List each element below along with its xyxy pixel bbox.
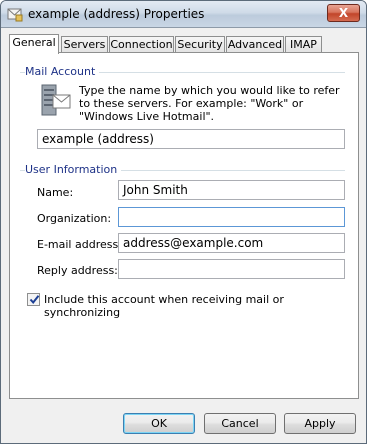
ok-button[interactable]: OK — [123, 413, 195, 434]
general-tab-panel: Mail Account Type the name by which you … — [9, 52, 359, 399]
tab-general-label: General — [12, 36, 56, 49]
checkmark-icon — [29, 295, 40, 305]
reply-address-label: Reply address: — [37, 264, 118, 277]
close-icon: X — [338, 6, 349, 20]
tab-imap[interactable]: IMAP — [285, 36, 322, 53]
tab-security[interactable]: Security — [175, 36, 225, 53]
tab-servers-label: Servers — [63, 38, 106, 51]
close-button[interactable]: X — [327, 4, 360, 22]
tab-connection[interactable]: Connection — [109, 36, 174, 53]
mail-properties-icon — [7, 8, 23, 22]
organization-label: Organization: — [37, 212, 112, 225]
name-field[interactable]: John Smith — [118, 180, 345, 200]
cancel-button[interactable]: Cancel — [204, 413, 276, 434]
name-label: Name: — [37, 186, 74, 199]
tab-general[interactable]: General — [9, 34, 59, 54]
properties-dialog: example (address) Properties X General S… — [0, 0, 367, 444]
email-field[interactable]: address@example.com — [118, 233, 345, 253]
mail-account-description: Type the name by which you would like to… — [79, 84, 340, 123]
user-information-group-label: User Information — [25, 163, 122, 176]
account-name-field[interactable]: example (address) — [37, 129, 345, 149]
include-account-checkbox[interactable] — [27, 293, 40, 306]
email-label: E-mail address: — [37, 238, 122, 251]
tab-advanced[interactable]: Advanced — [226, 36, 284, 53]
organization-field[interactable] — [118, 207, 345, 227]
window-title: example (address) Properties — [28, 7, 205, 21]
tab-connection-label: Connection — [110, 38, 173, 51]
include-account-label[interactable]: Include this account when receiving mail… — [44, 293, 358, 319]
apply-button[interactable]: Apply — [284, 413, 356, 434]
tab-security-label: Security — [177, 38, 223, 51]
title-bar[interactable]: example (address) Properties X — [1, 1, 366, 28]
tab-advanced-label: Advanced — [227, 38, 283, 51]
reply-address-field[interactable] — [118, 259, 345, 279]
mail-account-group-label: Mail Account — [25, 65, 100, 78]
tab-imap-label: IMAP — [290, 38, 317, 51]
tab-servers[interactable]: Servers — [61, 36, 108, 53]
mail-server-icon — [41, 84, 71, 116]
